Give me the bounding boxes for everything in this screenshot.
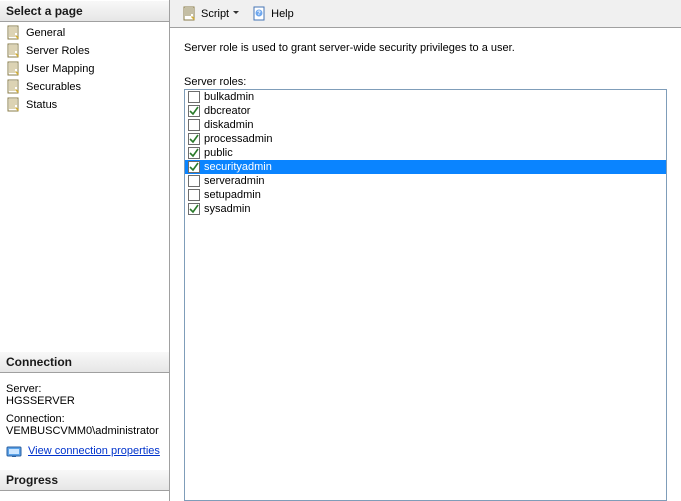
role-checkbox[interactable] xyxy=(188,105,200,117)
sidebar-page-user-mapping[interactable]: User Mapping xyxy=(3,60,166,78)
role-label: processadmin xyxy=(204,133,272,145)
view-connection-link[interactable]: View connection properties xyxy=(28,445,160,457)
role-checkbox[interactable] xyxy=(188,161,200,173)
role-label: bulkadmin xyxy=(204,91,254,103)
role-checkbox[interactable] xyxy=(188,189,200,201)
role-item-sysadmin[interactable]: sysadmin xyxy=(185,202,666,216)
sidebar-page-label: User Mapping xyxy=(26,63,94,75)
sidebar-page-label: Securables xyxy=(26,81,81,93)
sidebar-page-label: Status xyxy=(26,99,57,111)
svg-text:?: ? xyxy=(257,11,261,17)
role-label: setupadmin xyxy=(204,189,261,201)
role-checkbox[interactable] xyxy=(188,91,200,103)
role-item-serveradmin[interactable]: serveradmin xyxy=(185,174,666,188)
help-button[interactable]: ? Help xyxy=(246,4,300,24)
script-button[interactable]: Script xyxy=(176,4,246,24)
role-label: securityadmin xyxy=(204,161,272,173)
role-checkbox[interactable] xyxy=(188,133,200,145)
role-checkbox[interactable] xyxy=(188,119,200,131)
connection-header: Connection xyxy=(0,351,169,373)
sidebar-page-securables[interactable]: Securables xyxy=(3,78,166,96)
toolbar: Script ? Help xyxy=(170,0,681,28)
page-icon xyxy=(6,61,22,77)
page-icon xyxy=(6,79,22,95)
progress-header: Progress xyxy=(0,469,169,491)
left-panel: Select a page General Server Roles User Ma… xyxy=(0,0,170,501)
page-icon xyxy=(6,97,22,113)
connection-label: Connection: xyxy=(6,413,163,425)
server-value: HGSSERVER xyxy=(6,395,163,407)
role-label: public xyxy=(204,147,233,159)
content: Server role is used to grant server-wide… xyxy=(170,28,681,501)
roles-label: Server roles: xyxy=(184,76,667,88)
role-item-processadmin[interactable]: processadmin xyxy=(185,132,666,146)
page-list: General Server Roles User Mapping Securable… xyxy=(0,22,169,116)
role-item-setupadmin[interactable]: setupadmin xyxy=(185,188,666,202)
sidebar-page-status[interactable]: Status xyxy=(3,96,166,114)
role-checkbox[interactable] xyxy=(188,147,200,159)
role-label: sysadmin xyxy=(204,203,250,215)
role-item-public[interactable]: public xyxy=(185,146,666,160)
help-icon: ? xyxy=(252,6,268,22)
sidebar-page-label: Server Roles xyxy=(26,45,90,57)
right-panel: Script ? Help Server role is used to gra… xyxy=(170,0,681,501)
page-icon xyxy=(6,43,22,59)
help-label: Help xyxy=(271,8,294,20)
role-checkbox[interactable] xyxy=(188,203,200,215)
page-icon xyxy=(6,25,22,41)
role-item-dbcreator[interactable]: dbcreator xyxy=(185,104,666,118)
server-label: Server: xyxy=(6,383,163,395)
script-icon xyxy=(182,6,198,22)
role-checkbox[interactable] xyxy=(188,175,200,187)
connection-value: VEMBUSCVMM0\administrator xyxy=(6,425,163,437)
connection-body: Server: HGSSERVER Connection: VEMBUSCVMM… xyxy=(0,373,169,469)
role-item-diskadmin[interactable]: diskadmin xyxy=(185,118,666,132)
sidebar-page-label: General xyxy=(26,27,65,39)
role-label: serveradmin xyxy=(204,175,265,187)
role-label: dbcreator xyxy=(204,105,250,117)
role-item-bulkadmin[interactable]: bulkadmin xyxy=(185,90,666,104)
sidebar-page-server-roles[interactable]: Server Roles xyxy=(3,42,166,60)
sidebar-page-general[interactable]: General xyxy=(3,24,166,42)
roles-list[interactable]: bulkadmin dbcreator diskadmin processadmin p… xyxy=(184,89,667,501)
chevron-down-icon xyxy=(232,8,240,20)
script-label: Script xyxy=(201,8,229,20)
role-item-securityadmin[interactable]: securityadmin xyxy=(185,160,666,174)
role-label: diskadmin xyxy=(204,119,254,131)
select-page-header: Select a page xyxy=(0,0,169,22)
description: Server role is used to grant server-wide… xyxy=(184,42,667,54)
connection-properties-icon xyxy=(6,443,22,459)
